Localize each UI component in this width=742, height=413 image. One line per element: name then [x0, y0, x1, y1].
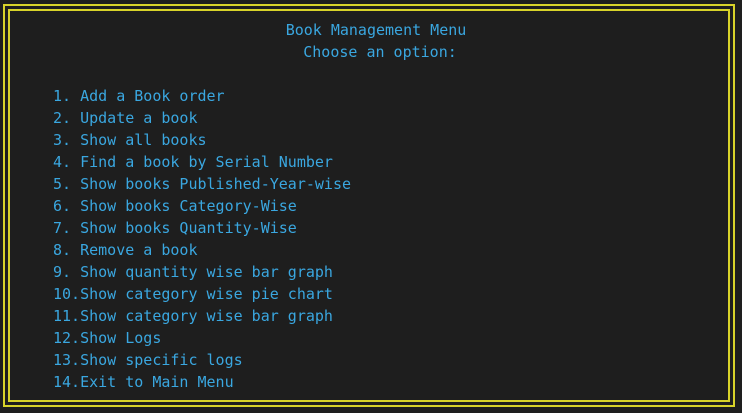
menu-option-show-all-books: 3. Show all books	[53, 131, 207, 149]
menu-option-add-book: 1. Add a Book order	[53, 87, 225, 105]
menu-option-update-book: 2. Update a book	[53, 109, 198, 127]
menu-options-list: 1. Add a Book order 2. Update a book 3. …	[53, 86, 351, 394]
menu-option-published-year: 5. Show books Published-Year-wise	[53, 175, 352, 193]
menu-option-specific-logs: 13.Show specific logs	[53, 351, 243, 369]
menu-option-remove-book: 8. Remove a book	[53, 241, 198, 259]
menu-title: Book Management Menu	[285, 21, 467, 39]
menu-option-category-pie-chart: 10.Show category wise pie chart	[53, 285, 333, 303]
menu-option-find-by-serial: 4. Find a book by Serial Number	[53, 153, 333, 171]
menu-option-category-wise: 6. Show books Category-Wise	[53, 197, 297, 215]
menu-option-quantity-wise: 7. Show books Quantity-Wise	[53, 219, 297, 237]
menu-option-category-bar-graph: 11.Show category wise bar graph	[53, 307, 333, 325]
menu-option-show-logs: 12.Show Logs	[53, 329, 162, 347]
menu-option-exit: 14.Exit to Main Menu	[53, 373, 234, 391]
terminal-window: Book Management Menu Choose an option: 1…	[0, 0, 742, 413]
menu-option-quantity-bar-graph: 9. Show quantity wise bar graph	[53, 263, 333, 281]
menu-prompt: Choose an option:	[303, 43, 457, 61]
